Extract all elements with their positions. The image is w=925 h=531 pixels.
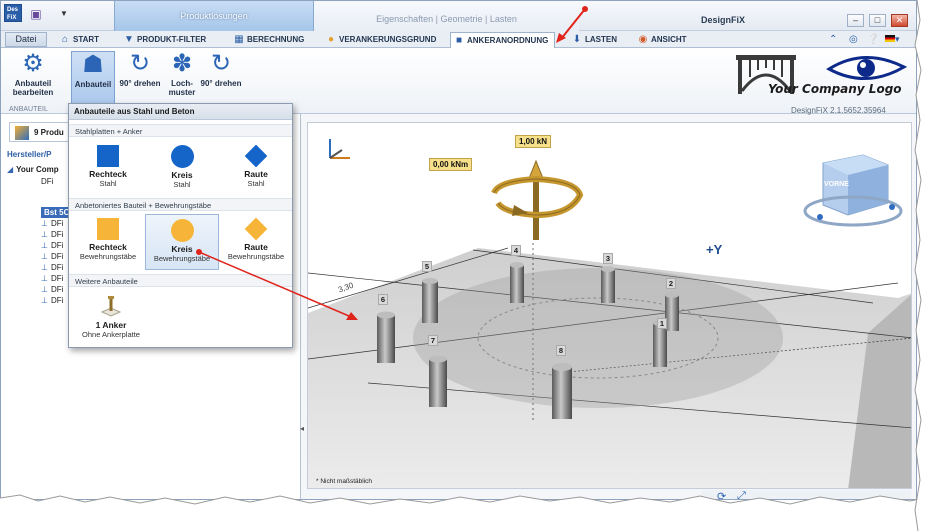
annotation-arrows — [196, 6, 588, 320]
app-window: Des FiX ▣ ▼ Produktlösungen Eigenschaften… — [0, 0, 917, 500]
